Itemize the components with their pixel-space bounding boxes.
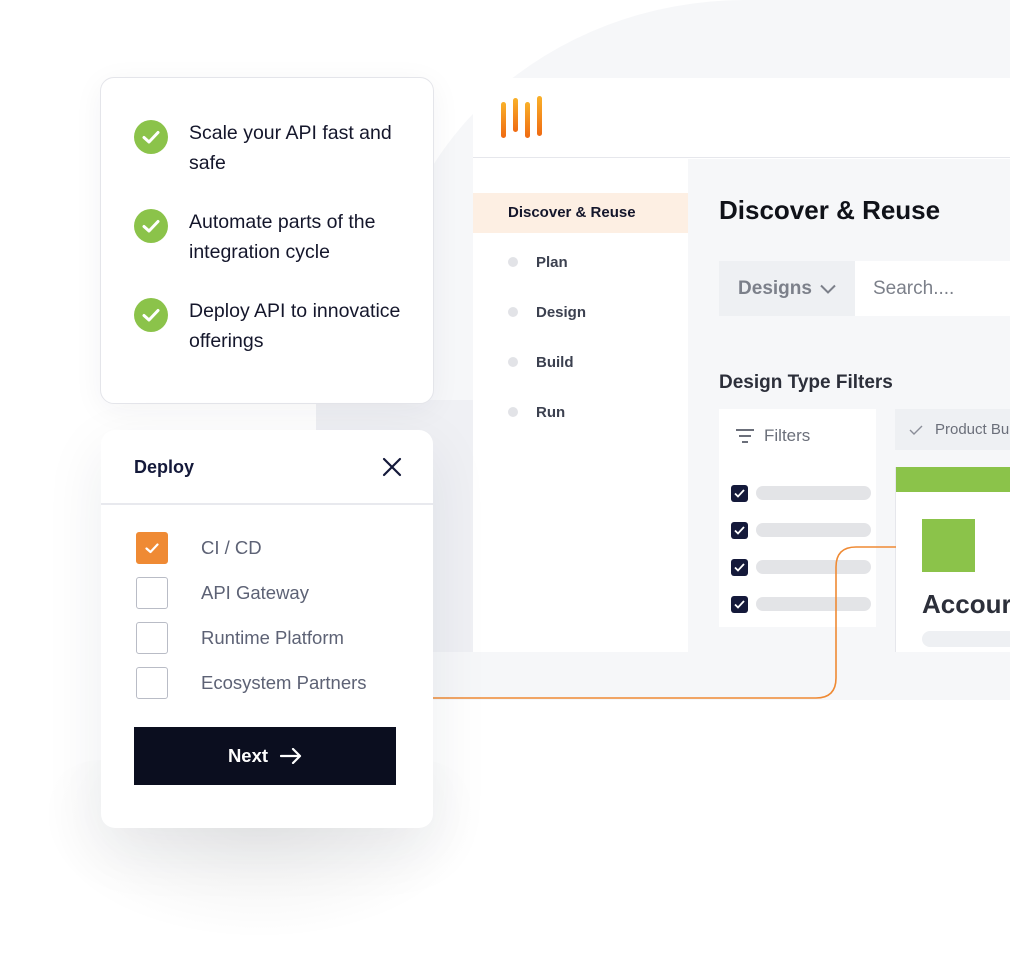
benefit-text: Automate parts of the integration cycle bbox=[189, 211, 376, 263]
deploy-option-ecosystem-partners[interactable]: Ecosystem Partners bbox=[136, 667, 367, 699]
next-button-label: Next bbox=[227, 745, 269, 766]
filter-row[interactable] bbox=[731, 484, 871, 502]
close-icon[interactable] bbox=[381, 456, 403, 478]
bullet-icon bbox=[508, 257, 518, 267]
filter-row[interactable] bbox=[731, 558, 871, 576]
chip-label: Product Bu bbox=[935, 421, 1010, 438]
design-card[interactable]: Accour bbox=[895, 467, 1010, 652]
check-icon bbox=[145, 542, 159, 553]
app-header bbox=[473, 78, 1010, 158]
card-title: Accour bbox=[922, 589, 1010, 619]
page-title: Discover & Reuse bbox=[719, 195, 941, 225]
option-label: CI / CD bbox=[201, 537, 262, 558]
sidebar-item-label: Design bbox=[536, 303, 587, 321]
placeholder-bar bbox=[756, 597, 871, 611]
filter-lines-icon bbox=[736, 429, 754, 443]
next-button[interactable]: Next bbox=[134, 727, 396, 785]
filter-row[interactable] bbox=[731, 595, 871, 613]
filter-chip-product[interactable]: Product Bu bbox=[895, 409, 1010, 450]
benefits-card: Scale your API fast and safe Automate pa… bbox=[100, 77, 434, 404]
main-content: Discover & Reuse Designs Design Type Fil… bbox=[688, 159, 1010, 652]
arrow-right-icon bbox=[280, 748, 302, 764]
checkbox-unchecked[interactable] bbox=[136, 667, 168, 699]
sidebar-item-label: Run bbox=[536, 403, 566, 421]
option-label: Runtime Platform bbox=[201, 627, 344, 648]
sidebar-item-discover-reuse[interactable]: Discover & Reuse bbox=[473, 193, 688, 233]
filters-header[interactable]: Filters bbox=[736, 426, 810, 446]
sidebar-item-label: Build bbox=[536, 353, 574, 371]
placeholder-bar bbox=[756, 560, 871, 574]
option-label: Ecosystem Partners bbox=[201, 672, 367, 693]
filters-label: Filters bbox=[764, 426, 811, 445]
checkbox-checked-icon[interactable] bbox=[731, 484, 748, 502]
benefit-text: Deploy API to innovatice offerings bbox=[189, 300, 401, 352]
bullet-icon bbox=[508, 407, 518, 417]
benefit-item: Automate parts of the integration cycle bbox=[134, 207, 429, 267]
sidebar-item-plan[interactable]: Plan bbox=[508, 251, 568, 273]
deploy-title: Deploy bbox=[134, 457, 195, 477]
search-type-label: Designs bbox=[738, 277, 812, 299]
sidebar-item-label: Plan bbox=[536, 253, 568, 271]
deploy-header: Deploy bbox=[101, 430, 433, 505]
design-type-filters-heading: Design Type Filters bbox=[719, 372, 893, 393]
placeholder-bar bbox=[922, 631, 1010, 647]
placeholder-bar bbox=[756, 486, 871, 500]
check-circle-icon bbox=[134, 298, 168, 332]
option-label: API Gateway bbox=[201, 582, 309, 603]
bullet-icon bbox=[508, 307, 518, 317]
benefit-text: Scale your API fast and safe bbox=[189, 122, 392, 174]
app-window: Discover & Reuse Plan Design Build Run D… bbox=[473, 78, 1010, 652]
search-type-dropdown[interactable]: Designs bbox=[719, 261, 855, 316]
benefit-item: Deploy API to innovatice offerings bbox=[134, 296, 429, 356]
checkbox-unchecked[interactable] bbox=[136, 577, 168, 609]
sidebar-item-design[interactable]: Design bbox=[508, 301, 586, 323]
sidebar: Discover & Reuse Plan Design Build Run bbox=[473, 159, 688, 652]
deploy-dialog: Deploy CI / CD API Gateway Runtime Platf… bbox=[101, 430, 433, 828]
placeholder-bar bbox=[756, 523, 871, 537]
check-icon bbox=[909, 425, 923, 435]
chevron-down-icon bbox=[820, 284, 836, 294]
bars-logo-icon bbox=[501, 96, 542, 138]
check-circle-icon bbox=[134, 209, 168, 243]
check-circle-icon bbox=[134, 120, 168, 154]
benefit-item: Scale your API fast and safe bbox=[134, 118, 429, 178]
deploy-option-runtime-platform[interactable]: Runtime Platform bbox=[136, 622, 344, 654]
sidebar-item-run[interactable]: Run bbox=[508, 401, 565, 423]
bullet-icon bbox=[508, 357, 518, 367]
card-thumbnail bbox=[922, 519, 975, 572]
filters-panel: Filters bbox=[719, 409, 876, 627]
deploy-option-api-gateway[interactable]: API Gateway bbox=[136, 577, 309, 609]
search-input[interactable] bbox=[855, 261, 1010, 316]
deploy-option-ci-cd[interactable]: CI / CD bbox=[136, 532, 262, 564]
sidebar-item-build[interactable]: Build bbox=[508, 351, 574, 373]
search-bar: Designs bbox=[719, 261, 1010, 316]
checkbox-checked-icon[interactable] bbox=[731, 595, 748, 613]
checkbox-checked-icon[interactable] bbox=[731, 558, 748, 576]
filter-row[interactable] bbox=[731, 521, 871, 539]
checkbox-checked-icon[interactable] bbox=[731, 521, 748, 539]
card-color-bar bbox=[896, 467, 1010, 492]
checkbox-unchecked[interactable] bbox=[136, 622, 168, 654]
checkbox-checked[interactable] bbox=[136, 532, 168, 564]
